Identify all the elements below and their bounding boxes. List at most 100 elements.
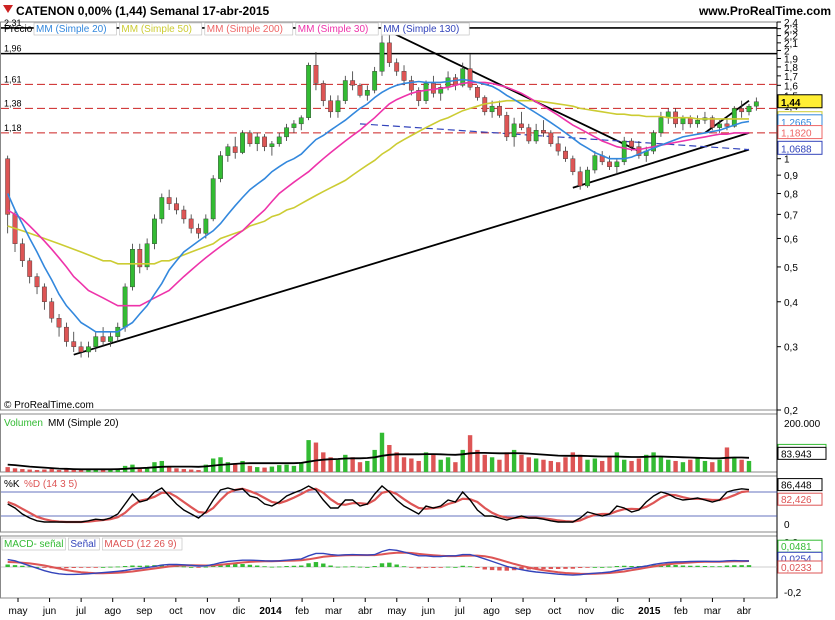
volume-bar — [372, 449, 377, 472]
candle — [152, 218, 157, 244]
volume-bar — [504, 452, 509, 472]
macd-hist-bar — [475, 567, 480, 568]
volume-bar — [629, 460, 634, 472]
volume-bar — [277, 465, 282, 472]
candle — [196, 228, 201, 234]
candle — [548, 132, 554, 145]
volume-bar — [453, 462, 458, 472]
macd-hist-bar — [622, 565, 627, 567]
macd-hist-bar — [460, 565, 465, 567]
macd-hist-bar — [284, 566, 289, 567]
stoch-d-legend: %D (14 3 5) — [24, 479, 77, 490]
macd-hist-bar — [335, 566, 341, 568]
candle — [357, 85, 363, 96]
x-tick-label: mar — [704, 606, 722, 617]
macd-hist-bar — [489, 567, 495, 571]
macd-hist-bar — [577, 567, 583, 568]
x-tick-label: jun — [421, 606, 435, 617]
volume-bar — [20, 469, 25, 472]
candle — [320, 83, 326, 101]
macd-hist-bar — [746, 565, 752, 567]
candle — [203, 218, 209, 234]
x-tick-label: may — [387, 606, 406, 617]
volume-bar — [695, 458, 700, 472]
volume-bar — [622, 459, 627, 472]
macd-hist-bar — [482, 567, 487, 570]
candle — [63, 326, 69, 342]
candle — [306, 64, 312, 118]
macd-hist-bar — [467, 566, 473, 568]
candle — [335, 100, 341, 113]
x-tick-label: mar — [325, 606, 343, 617]
volume-bar — [387, 445, 392, 472]
candle — [533, 130, 539, 142]
candle — [19, 243, 25, 262]
x-tick-label: feb — [295, 606, 309, 617]
candle — [284, 127, 289, 138]
macd-hist-bar — [548, 567, 554, 569]
macd-hist-bar — [291, 565, 297, 567]
macd-hist-bar — [680, 565, 686, 567]
candle — [5, 158, 11, 215]
volume-bar — [541, 459, 546, 472]
volume-bar — [34, 470, 40, 472]
candle — [467, 68, 473, 88]
y-tick-label: 1 — [784, 155, 790, 166]
volume-bar — [431, 454, 436, 472]
macd-hist-bar — [12, 565, 18, 567]
volume-bar — [702, 460, 708, 472]
candle — [269, 143, 275, 147]
volume-tick: 200.000 — [784, 419, 821, 430]
candle — [174, 203, 179, 211]
volume-bar — [56, 470, 62, 472]
volume-bar — [673, 460, 678, 472]
candle — [328, 100, 334, 113]
volume-bar — [166, 467, 172, 472]
x-tick-label: dic — [611, 606, 624, 617]
candle — [218, 155, 223, 179]
candle — [262, 136, 267, 147]
macd-flag-label: 0,0481 — [781, 542, 812, 553]
macd-hist-bar — [387, 562, 392, 567]
candle — [753, 101, 759, 107]
y-tick-label: 0,9 — [784, 171, 798, 182]
macd-hist-bar — [313, 562, 319, 567]
volume-bar — [42, 469, 47, 472]
volume-bar — [497, 459, 502, 472]
x-tick-label: nov — [199, 606, 215, 617]
volume-bar — [284, 464, 289, 472]
candle — [475, 87, 480, 98]
x-tick-label: jul — [454, 606, 465, 617]
candle — [122, 286, 128, 328]
candle — [570, 158, 576, 172]
panel-frame-2 — [0, 475, 778, 533]
candle — [577, 171, 583, 187]
level-label: 1,96 — [4, 44, 22, 54]
macd-hist-bar — [64, 567, 69, 569]
volume-bar — [423, 452, 429, 472]
volume-bar — [688, 459, 693, 472]
candle — [240, 132, 245, 153]
volume-bar — [636, 458, 642, 472]
chart-canvas[interactable]: 2,42,32,22,121,91,81,71,61,51,41,31,21,1… — [0, 0, 835, 620]
macd-hist-bar — [357, 566, 363, 568]
macd-legend-item: MACD- señal — [4, 539, 63, 550]
volume-bar — [409, 458, 414, 472]
volume-bar — [379, 432, 385, 472]
candle — [724, 123, 730, 127]
volume-bar — [247, 465, 253, 472]
macd-hist-bar — [614, 566, 620, 567]
volume-bar — [181, 469, 187, 472]
candle — [71, 341, 77, 347]
macd-hist-bar — [563, 567, 568, 569]
candle — [342, 80, 348, 101]
x-tick-label: 2015 — [638, 606, 661, 617]
y-tick-label: 0,6 — [784, 234, 798, 245]
macd-hist-bar — [555, 567, 561, 569]
volume-bar — [255, 467, 260, 472]
macd-hist-bar — [372, 566, 377, 567]
y-tick-label: 0,4 — [784, 298, 798, 309]
legend-item: MM (Simple 50) — [121, 24, 192, 35]
macd-hist-bar — [130, 565, 135, 567]
volume-bar — [357, 462, 363, 472]
